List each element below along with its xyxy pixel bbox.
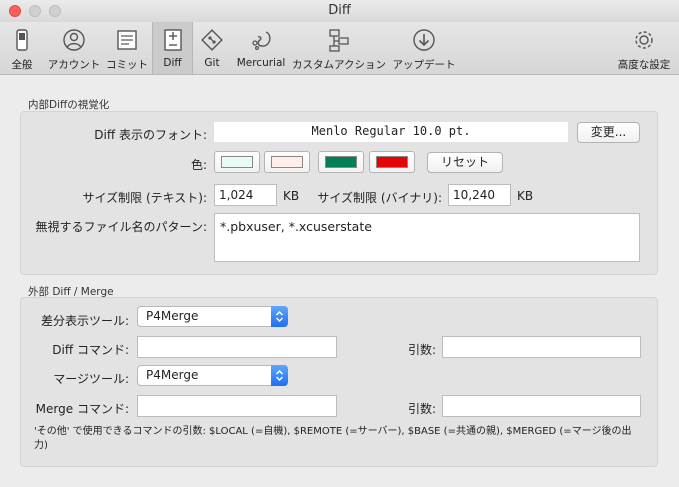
merge-command-label: Merge コマンド: (35, 402, 129, 416)
color-swatch (221, 156, 253, 168)
size-limit-binary-unit: KB (517, 189, 534, 203)
update-icon (413, 29, 435, 51)
font-display: Menlo Regular 10.0 pt. (214, 122, 568, 142)
mercurial-icon (252, 31, 271, 51)
color-swatch (325, 156, 357, 168)
diff-command-input[interactable] (137, 336, 337, 358)
merge-tool-value: P4Merge (146, 368, 199, 382)
tab-mercurial[interactable]: Mercurial (232, 22, 290, 74)
gear-icon (635, 31, 653, 49)
tab-custom-actions[interactable]: カスタムアクション (292, 22, 386, 74)
switch-icon (16, 29, 28, 51)
tab-update[interactable]: アップデート (390, 22, 458, 74)
size-limit-text-label: サイズ制限 (テキスト): (82, 191, 207, 205)
size-limit-binary-label: サイズ制限 (バイナリ): (317, 191, 442, 205)
tab-general[interactable]: 全般 (2, 22, 42, 74)
merge-args-input[interactable] (442, 395, 641, 417)
popup-arrows-icon (271, 306, 288, 327)
size-limit-text-unit: KB (283, 189, 300, 203)
tab-diff[interactable]: Diff (152, 22, 193, 74)
diff-args-input[interactable] (442, 336, 641, 358)
diff-tool-value: P4Merge (146, 309, 199, 323)
size-limit-binary-input[interactable]: 10,240 (448, 184, 511, 206)
custom-action-icon (329, 29, 349, 52)
diff-command-label: Diff コマンド: (52, 343, 129, 357)
git-icon (201, 29, 223, 51)
tab-git[interactable]: Git (196, 22, 228, 74)
merge-tool-label: マージツール: (53, 372, 129, 386)
color-swatch (376, 156, 408, 168)
popup-arrows-icon (271, 365, 288, 386)
tab-advanced[interactable]: 高度な設定 (614, 22, 674, 74)
merge-command-input[interactable] (137, 395, 337, 417)
ignore-patterns-label: 無視するファイル名のパターン: (35, 220, 207, 234)
reset-colors-button[interactable]: リセット (427, 152, 503, 173)
window-title: Diff (328, 3, 351, 18)
title-bar: Diff (0, 0, 679, 23)
merge-tool-popup[interactable]: P4Merge (137, 365, 288, 386)
diff-args-label: 引数: (407, 343, 436, 357)
color-label: 色: (190, 158, 207, 172)
internal-diff-group-title: 内部Diffの視覚化 (28, 99, 110, 111)
merge-args-label: 引数: (407, 402, 436, 416)
ignore-patterns-input[interactable]: *.pbxuser, *.xcuserstate (214, 213, 640, 262)
color-swatch (271, 156, 303, 168)
preferences-toolbar: 全般 アカウント コミット Diff Git Mercurial カスタムアクシ… (0, 22, 679, 75)
color-well-removed-text[interactable] (369, 151, 415, 173)
color-well-added-background[interactable] (214, 151, 260, 173)
diff-tool-label: 差分表示ツール: (40, 314, 129, 328)
tab-commit[interactable]: コミット (104, 22, 150, 74)
font-label: Diff 表示のフォント: (94, 128, 207, 142)
account-icon (63, 29, 85, 51)
diff-tool-popup[interactable]: P4Merge (137, 306, 288, 327)
color-well-added-text[interactable] (318, 151, 364, 173)
command-arguments-note: 'その他' で使用できるコマンドの引数: $LOCAL (=自機), $REMO… (34, 426, 632, 451)
diff-icon (163, 29, 182, 51)
commit-icon (117, 30, 137, 50)
tab-account[interactable]: アカウント (44, 22, 104, 74)
change-font-button[interactable]: 変更... (577, 122, 640, 143)
color-well-removed-background[interactable] (264, 151, 310, 173)
size-limit-text-input[interactable]: 1,024 (214, 184, 277, 206)
